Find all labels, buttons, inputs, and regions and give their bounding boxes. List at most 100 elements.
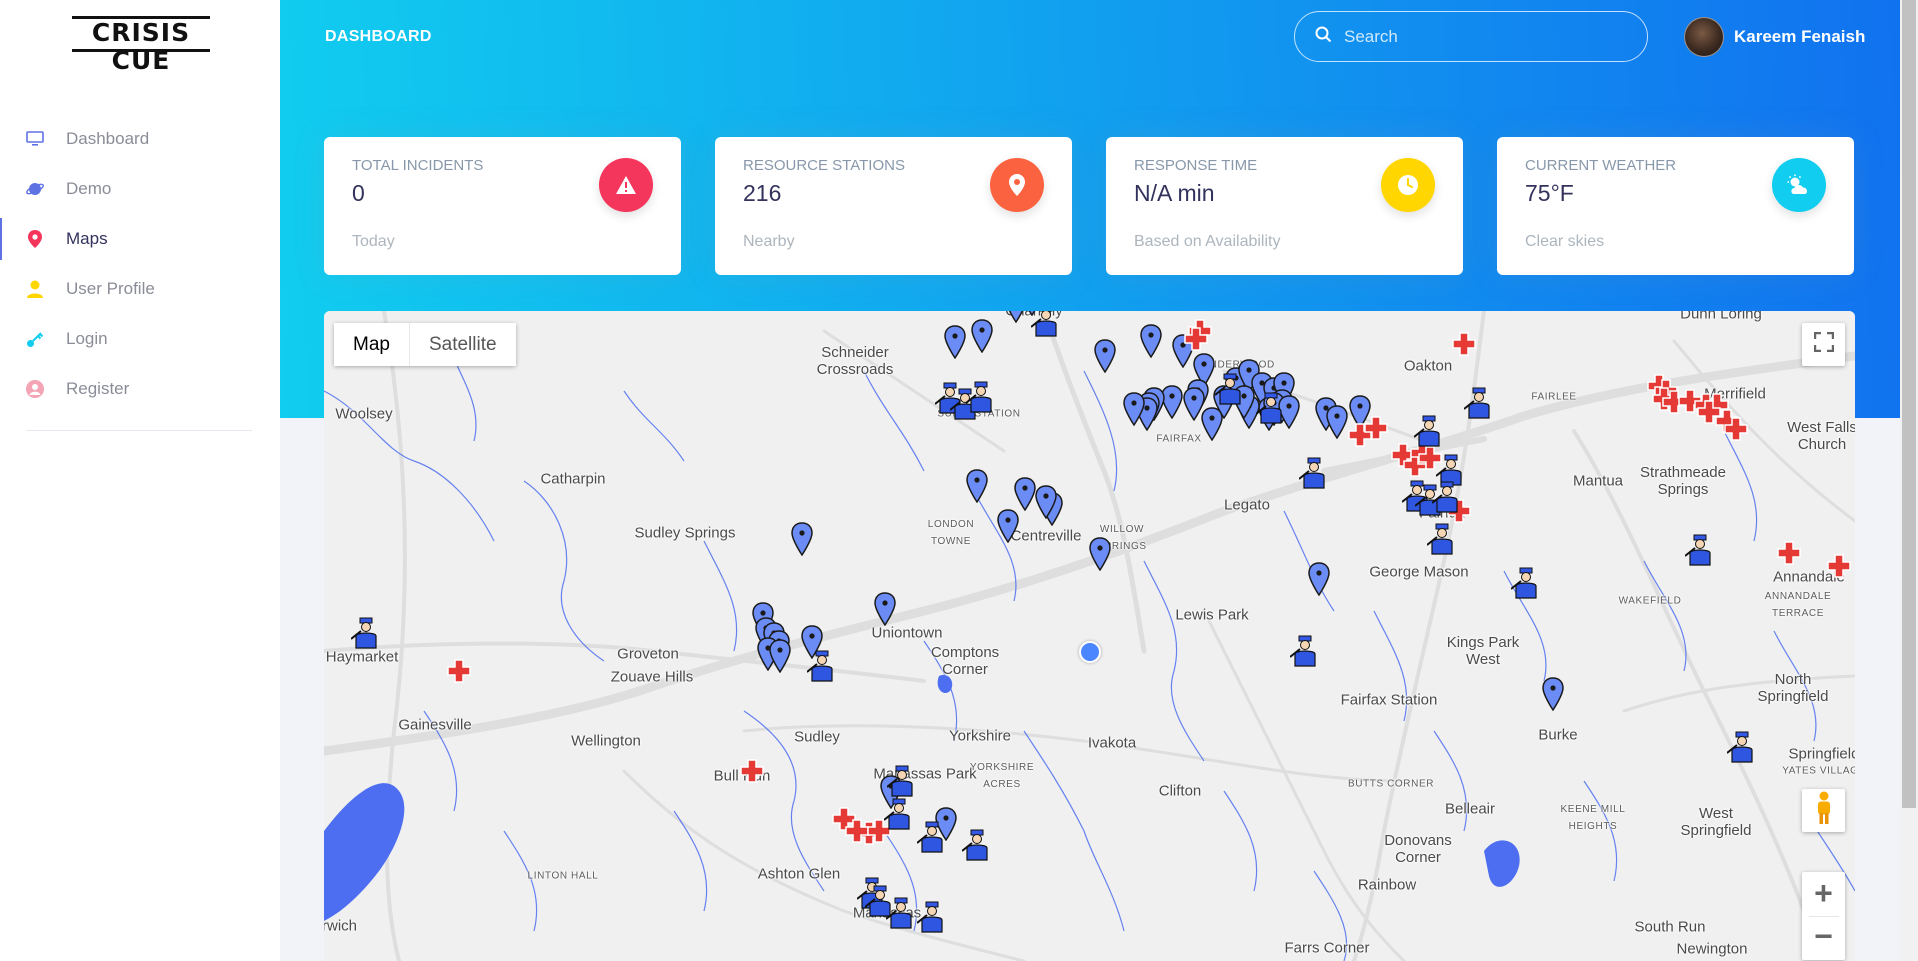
hospital-cross-icon[interactable] xyxy=(1724,417,1748,446)
hospital-cross-icon[interactable] xyxy=(1777,541,1801,570)
sidebar-item-label: Register xyxy=(66,379,130,398)
police-station-icon[interactable] xyxy=(1431,481,1462,518)
sidebar-item-demo[interactable]: Demo xyxy=(0,164,280,214)
police-station-icon[interactable] xyxy=(916,901,947,938)
avatar[interactable] xyxy=(1684,17,1724,57)
police-station-icon[interactable] xyxy=(350,617,381,654)
hospital-cross-icon[interactable] xyxy=(1827,554,1851,583)
card-title: RESPONSE TIME xyxy=(1134,157,1258,174)
police-station-icon[interactable] xyxy=(1289,635,1320,672)
resource-pin-icon[interactable] xyxy=(1542,677,1564,716)
circle-user-icon xyxy=(26,380,44,398)
map-label: Gainesville xyxy=(398,716,472,734)
sidebar-item-dashboard[interactable]: Dashboard xyxy=(0,114,280,164)
police-station-icon[interactable] xyxy=(1463,387,1494,424)
resource-pin-icon[interactable] xyxy=(1201,407,1223,446)
key-icon xyxy=(26,330,44,348)
fullscreen-button[interactable] xyxy=(1802,323,1845,366)
map-type-satellite-button[interactable]: Satellite xyxy=(409,323,516,366)
police-station-icon[interactable] xyxy=(961,829,992,866)
search-input[interactable] xyxy=(1344,26,1624,47)
sidebar-item-label: Demo xyxy=(66,179,112,198)
police-station-icon[interactable] xyxy=(883,798,914,835)
map-label: Dunn Loring xyxy=(1680,311,1762,323)
resource-pin-icon[interactable] xyxy=(874,592,896,631)
resource-pin-icon[interactable] xyxy=(1140,324,1162,363)
hospital-cross-icon[interactable] xyxy=(1184,327,1208,356)
map-label: Catharpin xyxy=(540,470,606,488)
resource-pin-icon[interactable] xyxy=(1326,405,1348,444)
user-name[interactable]: Kareem Fenaish xyxy=(1734,27,1865,47)
app-logo[interactable]: CRISIS CUE xyxy=(72,16,210,75)
sidebar-item-user-profile[interactable]: User Profile xyxy=(0,264,280,314)
police-station-icon[interactable] xyxy=(1510,567,1541,604)
resource-pin-icon[interactable] xyxy=(971,319,993,358)
police-station-icon[interactable] xyxy=(1413,415,1444,452)
map-label: Farrs Corner xyxy=(1284,939,1370,957)
search-box[interactable] xyxy=(1294,11,1648,62)
map-basemap[interactable] xyxy=(324,311,1855,961)
police-station-icon[interactable] xyxy=(1726,731,1757,768)
map-label: Newington xyxy=(1676,940,1748,958)
hospital-cross-icon[interactable] xyxy=(1364,416,1388,445)
sidebar-nav: Dashboard Demo Maps User Profile Login R… xyxy=(0,114,280,414)
resource-pin-icon[interactable] xyxy=(1123,392,1145,431)
resource-pin-icon[interactable] xyxy=(966,469,988,508)
police-station-icon[interactable] xyxy=(965,381,996,418)
hospital-cross-icon[interactable] xyxy=(845,819,869,848)
card-subtitle: Nearby xyxy=(743,233,795,250)
resource-pin-icon[interactable] xyxy=(1094,339,1116,378)
map-label: Woolsey xyxy=(335,405,393,423)
hospital-cross-icon[interactable] xyxy=(447,659,471,688)
hospital-cross-icon[interactable] xyxy=(1452,332,1476,361)
hospital-cross-icon[interactable] xyxy=(740,759,764,788)
police-station-icon[interactable] xyxy=(1214,373,1245,410)
map-label: Schneider Crossroads xyxy=(816,344,894,378)
scroll-thumb[interactable] xyxy=(1902,0,1916,808)
police-station-icon[interactable] xyxy=(1298,457,1329,494)
map-label: BUTTS CORNER xyxy=(1347,778,1435,790)
map-label: Mantua xyxy=(1572,472,1624,490)
zoom-out-button[interactable]: − xyxy=(1802,917,1845,959)
sidebar-item-register[interactable]: Register xyxy=(0,364,280,414)
page-scrollbar[interactable] xyxy=(1900,0,1918,961)
street-view-button[interactable] xyxy=(1802,789,1845,832)
map-view[interactable]: Chantilly Schneider Crossroads SULLY STA… xyxy=(324,311,1855,961)
resource-pin-icon[interactable] xyxy=(997,509,1019,548)
resource-pin-icon[interactable] xyxy=(1308,562,1330,601)
page-title[interactable]: DASHBOARD xyxy=(325,28,432,46)
card-subtitle: Today xyxy=(352,233,395,250)
police-station-icon[interactable] xyxy=(1030,311,1061,342)
map-label: Wellington xyxy=(571,732,641,750)
resource-pin-icon[interactable] xyxy=(1089,537,1111,576)
police-station-icon[interactable] xyxy=(916,821,947,858)
map-label: FAIRFAX xyxy=(1156,433,1202,445)
map-type-map-button[interactable]: Map xyxy=(334,323,409,366)
card-title: RESOURCE STATIONS xyxy=(743,157,905,174)
police-station-icon[interactable] xyxy=(1255,392,1286,429)
resource-pin-icon[interactable] xyxy=(1035,485,1057,524)
resource-pin-icon[interactable] xyxy=(769,639,791,678)
sidebar-item-login[interactable]: Login xyxy=(0,314,280,364)
police-station-icon[interactable] xyxy=(1426,523,1457,560)
police-station-icon[interactable] xyxy=(885,897,916,934)
map-label: George Mason xyxy=(1369,563,1469,581)
sidebar-item-maps[interactable]: Maps xyxy=(0,214,280,264)
resource-pin-icon[interactable] xyxy=(791,522,813,561)
resource-pin-icon[interactable] xyxy=(944,325,966,364)
police-station-icon[interactable] xyxy=(886,765,917,802)
card-title: CURRENT WEATHER xyxy=(1525,157,1677,174)
card-resource-stations: RESOURCE STATIONS 216 Nearby xyxy=(715,137,1072,275)
card-value: 0 xyxy=(352,180,365,206)
cloud-sun-icon xyxy=(1772,158,1826,212)
sidebar-item-label: User Profile xyxy=(66,279,155,298)
zoom-in-button[interactable]: + xyxy=(1802,874,1845,916)
map-label: Fairfax Station xyxy=(1340,691,1438,709)
map-label: South Run xyxy=(1634,918,1706,936)
police-station-icon[interactable] xyxy=(1684,534,1715,571)
police-station-icon[interactable] xyxy=(806,650,837,687)
card-value: 75°F xyxy=(1525,180,1574,206)
user-menu[interactable]: Kareem Fenaish xyxy=(1684,17,1865,57)
map-label: Sudley xyxy=(794,728,840,746)
map-label: Rainbow xyxy=(1357,876,1417,894)
